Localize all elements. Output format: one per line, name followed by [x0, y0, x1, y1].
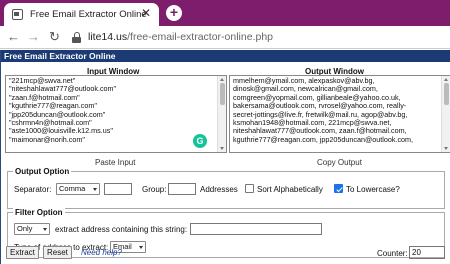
separator-select[interactable]: Comma	[56, 183, 100, 195]
app-title-bar: Free Email Extractor Online	[1, 50, 450, 62]
input-line: "jpp205duncan@outlook.com"	[9, 110, 106, 119]
back-arrow-icon[interactable]: ←	[7, 30, 20, 44]
output-line: secret-jottings@live.fr, fretwilk@mail.r…	[233, 110, 408, 119]
input-line: "zaan.f@hotmail.com"	[9, 93, 80, 102]
input-line: "aste1000@louisville.k12.ms.us"	[9, 127, 113, 136]
browser-tab[interactable]: Free Email Extractor Online ✕	[4, 3, 159, 26]
filter-option-legend: Filter Option	[13, 208, 65, 217]
browser-nav-bar: ← → ↻ lite14.us/free-email-extractor-onl…	[0, 26, 450, 49]
counter-field: 20	[409, 246, 445, 259]
url-host: lite14.us	[88, 31, 128, 43]
output-line: niteshahlawat777@outlook.com, zaan.f@hot…	[233, 127, 407, 136]
sort-alphabetically-label: Sort Alphabetically	[257, 185, 323, 194]
group-input[interactable]	[168, 183, 196, 195]
need-help-link[interactable]: Need help?	[81, 248, 122, 257]
reset-button[interactable]: Reset	[43, 246, 72, 259]
forward-arrow-icon[interactable]: →	[27, 30, 40, 44]
output-line: comgreen@yopmail.com, gillianbeale@yahoo…	[233, 93, 401, 102]
to-lowercase-label: To Lowercase?	[346, 185, 400, 194]
output-line: ksmohan1948@hotmail.com, 221mcp@swva.net…	[233, 119, 392, 128]
chevron-down-icon	[93, 188, 97, 191]
output-line: kguthrie777@reagan.com, jpp205duncan@out…	[233, 135, 414, 144]
output-scrollbar[interactable]	[441, 76, 450, 152]
close-tab-icon[interactable]: ✕	[141, 7, 151, 19]
input-line: "221mcp@swva.net"	[9, 77, 76, 85]
browser-tab-bar: Free Email Extractor Online ✕ +	[0, 0, 450, 26]
separator-custom-input[interactable]	[104, 183, 132, 195]
input-line: "niteshahlawat777@outlook.com"	[9, 85, 117, 94]
counter-label: Counter:	[377, 249, 408, 258]
chevron-down-icon	[139, 246, 143, 249]
input-scrollbar[interactable]	[217, 76, 226, 152]
filter-contain-label: extract address containing this string:	[55, 225, 188, 234]
page-favicon-icon	[12, 9, 23, 20]
paste-input-button[interactable]: Paste Input	[95, 158, 135, 167]
filter-mode-value: Only	[17, 224, 33, 233]
input-line: "maimonar@norih.com"	[9, 135, 85, 144]
to-lowercase-checkbox[interactable]	[334, 184, 343, 193]
output-option-group: Output Option Separator: Comma Group: Ad…	[7, 167, 445, 209]
addresses-label: Addresses	[200, 185, 238, 194]
grammarly-icon[interactable]: G	[193, 134, 207, 148]
chevron-down-icon	[43, 228, 47, 231]
url-path: /free-email-extractor-online.php	[127, 31, 274, 43]
page-content: Free Email Extractor Online Input Window…	[0, 50, 450, 264]
output-option-legend: Output Option	[13, 167, 72, 176]
output-line: bakersama@outlook.com, rvrosel@yahoo.com…	[233, 102, 407, 111]
group-label: Group:	[142, 185, 167, 194]
lock-icon[interactable]	[72, 32, 81, 43]
reload-icon[interactable]: ↻	[49, 30, 60, 44]
output-line: mmelhem@ymail.com, alexpaskov@abv.bg,	[233, 77, 375, 85]
new-tab-button[interactable]: +	[166, 5, 182, 21]
output-line: dinosk@gmail.com, newcalrican@gmail.com,	[233, 85, 378, 94]
output-textarea[interactable]: mmelhem@ymail.com, alexpaskov@abv.bg, di…	[229, 75, 450, 153]
filter-string-input[interactable]	[190, 223, 322, 235]
copy-output-button[interactable]: Copy Output	[317, 158, 362, 167]
extract-button[interactable]: Extract	[6, 246, 39, 259]
filter-mode-select[interactable]: Only	[14, 223, 50, 235]
separator-label: Separator:	[14, 185, 52, 194]
separator-select-value: Comma	[59, 184, 86, 193]
input-line: "kguthrie777@reagan.com"	[9, 102, 97, 111]
tab-title: Free Email Extractor Online	[30, 9, 147, 20]
address-bar[interactable]: lite14.us/free-email-extractor-online.ph…	[88, 31, 273, 43]
input-line: "cshrmn4n@hotmail.com"	[9, 119, 92, 128]
sort-alphabetically-checkbox[interactable]	[245, 184, 254, 193]
